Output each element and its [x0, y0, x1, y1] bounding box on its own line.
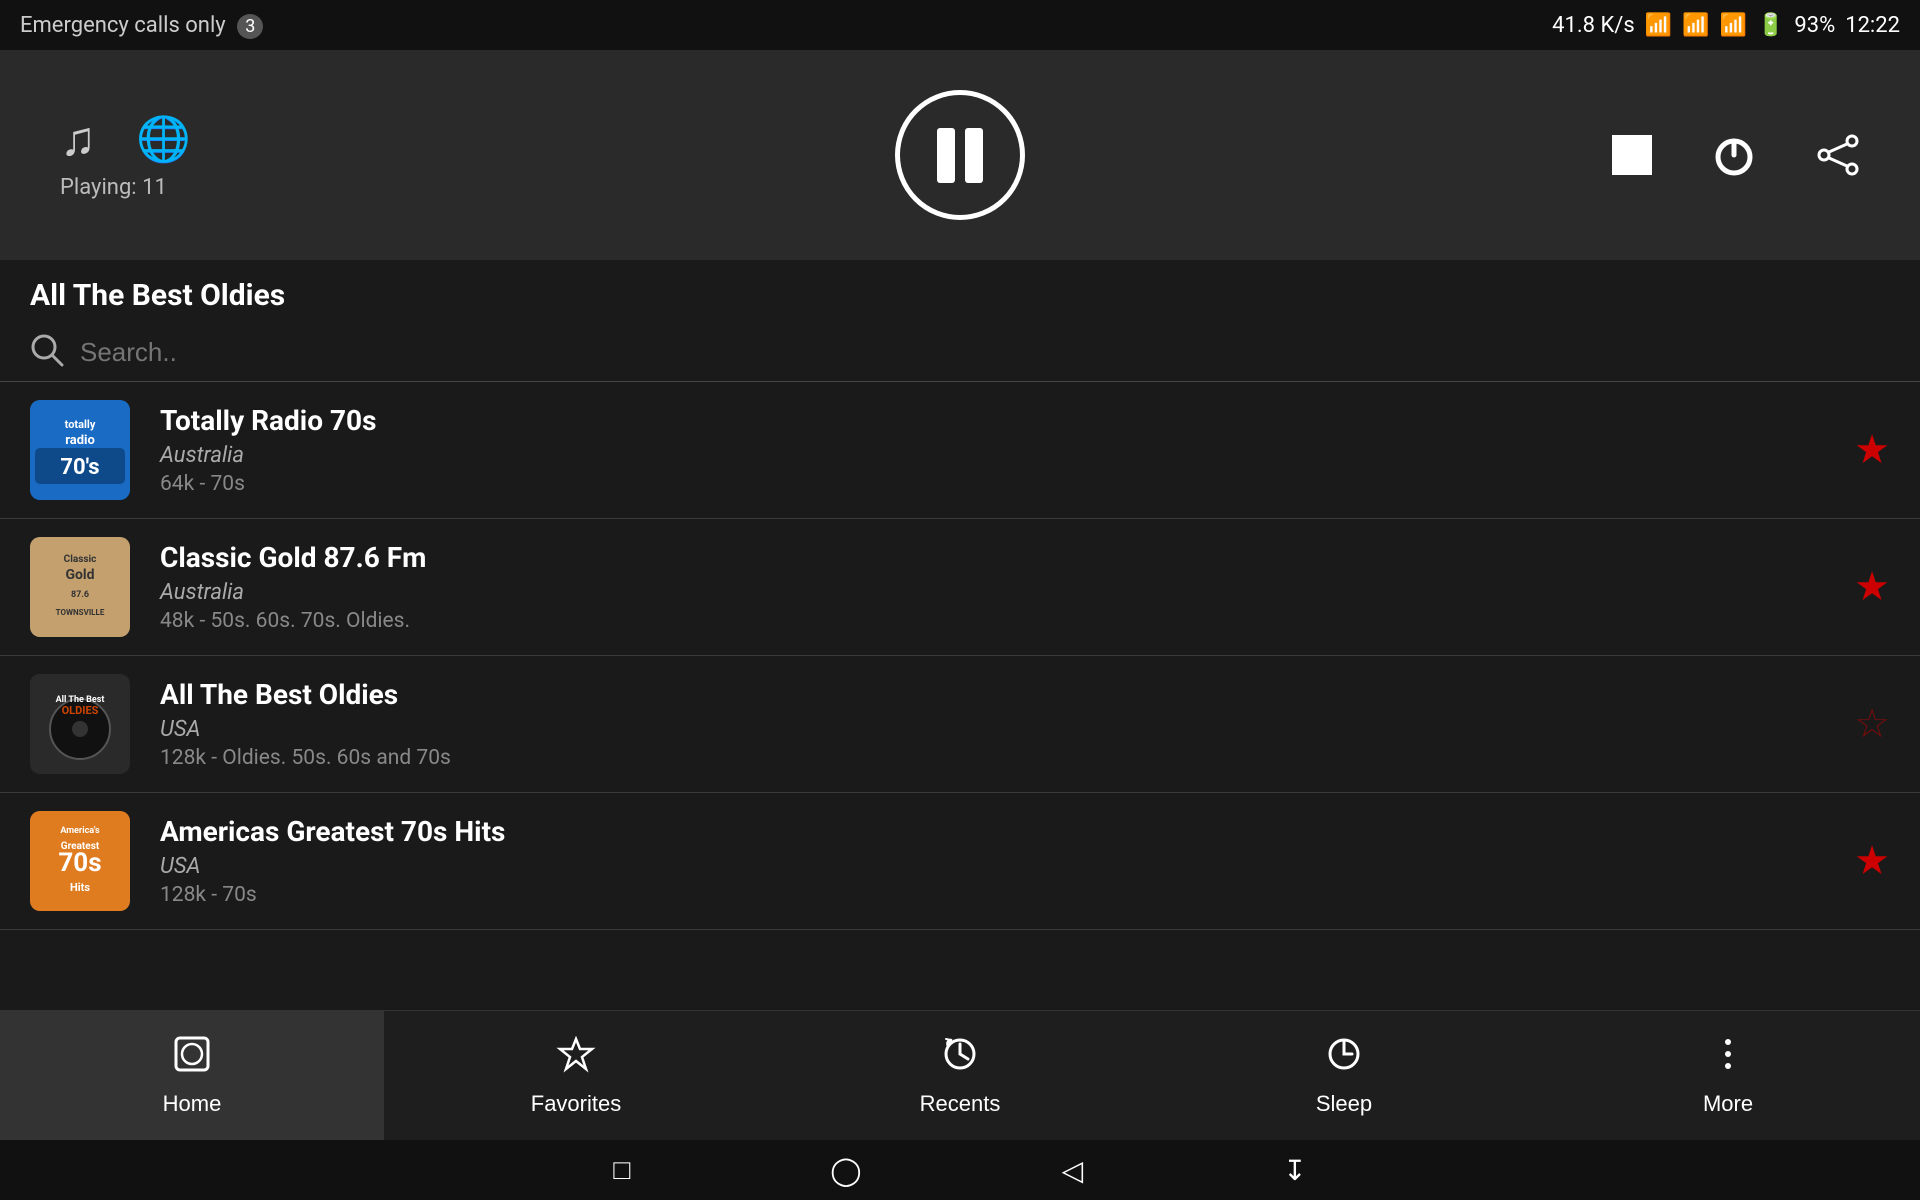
- system-navigation: □ ◯ ◁ ↧: [0, 1140, 1920, 1200]
- station-item-0[interactable]: totally radio 70's Totally Radio 70s Austral…: [0, 382, 1920, 519]
- station-info-0: Totally Radio 70s Australia 64k - 70s: [160, 404, 1854, 496]
- station-item-1[interactable]: ClassicGold87.6TOWNSVILLEClassic Gold 87…: [0, 519, 1920, 656]
- current-station-title: All The Best Oldies: [0, 260, 1920, 323]
- nav-item-recents[interactable]: Recents: [768, 1011, 1152, 1140]
- star-empty-icon: ☆: [1854, 702, 1890, 746]
- svg-text:Gold: Gold: [65, 567, 94, 583]
- svg-text:70's: 70's: [60, 455, 99, 480]
- nav-label-sleep: Sleep: [1316, 1091, 1372, 1117]
- nav-item-more[interactable]: More: [1536, 1011, 1920, 1140]
- network-speed: 41.8 K/s: [1552, 13, 1635, 38]
- svg-text:radio: radio: [65, 433, 95, 448]
- nav-label-favorites: Favorites: [531, 1091, 621, 1117]
- station-info-2: All The Best Oldies USA 128k - Oldies. 50s…: [160, 678, 1854, 770]
- nav-item-home[interactable]: Home: [0, 1011, 384, 1140]
- star-filled-icon: ★: [1854, 565, 1890, 609]
- station-item-2[interactable]: All The BestOLDIES All The Best Oldies USA…: [0, 656, 1920, 793]
- recents-nav-icon: [940, 1034, 980, 1083]
- more-nav-icon: [1708, 1034, 1748, 1083]
- battery-percent: 93%: [1794, 13, 1835, 38]
- bluetooth-icon: 📶: [1645, 13, 1672, 38]
- home-nav-icon: [172, 1034, 212, 1083]
- svg-text:70s: 70s: [58, 848, 101, 878]
- sys-home-button[interactable]: ◯: [830, 1154, 861, 1187]
- nav-item-sleep[interactable]: Sleep: [1152, 1011, 1536, 1140]
- power-icon: [1712, 133, 1756, 177]
- status-right-area: 41.8 K/s 📶 📶 📶 🔋 93% 12:22: [1552, 13, 1900, 38]
- station-name-2: All The Best Oldies: [160, 678, 1854, 711]
- station-logo-1: Classic Gold 87.6 TOWNSVILLE: [30, 537, 130, 637]
- station-name-0: Totally Radio 70s: [160, 404, 1854, 437]
- bottom-navigation: Home Favorites Recents Sleep More: [0, 1010, 1920, 1140]
- battery-icon: 🔋: [1757, 13, 1784, 38]
- svg-text:totally: totally: [65, 418, 96, 431]
- station-logo-0: totally radio 70's: [30, 400, 130, 500]
- nav-item-favorites[interactable]: Favorites: [384, 1011, 768, 1140]
- main-content: All The Best Oldies totally radio 70's Tota…: [0, 260, 1920, 1010]
- station-details-3: 128k - 70s: [160, 883, 1854, 907]
- station-country-1: Australia: [160, 580, 1854, 605]
- station-country-2: USA: [160, 717, 1854, 742]
- favorite-star-2[interactable]: ☆: [1854, 701, 1890, 747]
- player-left-controls: ♫ 🌐 Playing: 11: [60, 110, 191, 200]
- star-filled-icon: ★: [1854, 428, 1890, 472]
- station-details-1: 48k - 50s. 60s. 70s. Oldies.: [160, 609, 1854, 633]
- signal-icon: 📶: [1682, 13, 1709, 38]
- share-button[interactable]: [1816, 133, 1860, 177]
- time-display: 12:22: [1845, 13, 1900, 38]
- station-name-3: Americas Greatest 70s Hits: [160, 815, 1854, 848]
- player-bar: ♫ 🌐 Playing: 11: [0, 50, 1920, 260]
- station-list: totally radio 70's Totally Radio 70s Austral…: [0, 382, 1920, 1010]
- pause-button[interactable]: [895, 90, 1025, 220]
- station-logo-3: America'sGreatest70sHits: [30, 811, 130, 911]
- player-center-controls: [895, 90, 1025, 220]
- svg-text:87.6: 87.6: [71, 590, 89, 600]
- power-button[interactable]: [1712, 133, 1756, 177]
- favorite-star-3[interactable]: ★: [1854, 838, 1890, 884]
- station-details-2: 128k - Oldies. 50s. 60s and 70s: [160, 746, 1854, 770]
- sleep-nav-icon: [1324, 1034, 1364, 1083]
- station-details-0: 64k - 70s: [160, 472, 1854, 496]
- wifi-icon: 📶: [1720, 13, 1747, 38]
- favorite-star-1[interactable]: ★: [1854, 564, 1890, 610]
- stop-icon: [1612, 135, 1652, 175]
- station-logo-2: All The BestOLDIES: [30, 674, 130, 774]
- status-emergency: Emergency calls only 3: [20, 13, 263, 38]
- player-right-controls: [1612, 133, 1860, 177]
- svg-text:OLDIES: OLDIES: [62, 704, 99, 717]
- sys-back-button[interactable]: ◁: [1062, 1154, 1084, 1187]
- music-note-icon[interactable]: ♫: [60, 110, 96, 167]
- nav-label-more: More: [1703, 1091, 1753, 1117]
- star-filled-icon: ★: [1854, 839, 1890, 883]
- station-info-3: Americas Greatest 70s Hits USA 128k - 70s: [160, 815, 1854, 907]
- sys-download-button[interactable]: ↧: [1283, 1154, 1306, 1187]
- status-bar: Emergency calls only 3 41.8 K/s 📶 📶 📶 🔋 …: [0, 0, 1920, 50]
- station-item-3[interactable]: America'sGreatest70sHitsAmericas Greates…: [0, 793, 1920, 930]
- svg-text:TOWNSVILLE: TOWNSVILLE: [56, 608, 105, 617]
- globe-icon[interactable]: 🌐: [136, 113, 191, 165]
- station-name-1: Classic Gold 87.6 Fm: [160, 541, 1854, 574]
- station-country-3: USA: [160, 854, 1854, 879]
- nav-label-recents: Recents: [920, 1091, 1001, 1117]
- search-input[interactable]: [80, 337, 1890, 368]
- station-info-1: Classic Gold 87.6 Fm Australia 48k - 50s. …: [160, 541, 1854, 633]
- search-container: [0, 323, 1920, 382]
- sys-square-button[interactable]: □: [613, 1154, 630, 1186]
- favorite-star-0[interactable]: ★: [1854, 427, 1890, 473]
- share-icon: [1816, 133, 1860, 177]
- nav-label-home: Home: [163, 1091, 222, 1117]
- station-country-0: Australia: [160, 443, 1854, 468]
- now-playing-label: Playing: 11: [60, 175, 167, 200]
- svg-text:America's: America's: [60, 826, 100, 836]
- svg-text:Hits: Hits: [70, 881, 90, 894]
- search-icon: [30, 333, 64, 371]
- svg-text:Classic: Classic: [64, 554, 97, 565]
- favorites-nav-icon: [556, 1034, 596, 1083]
- stop-button[interactable]: [1612, 135, 1652, 175]
- pause-icon: [937, 128, 983, 183]
